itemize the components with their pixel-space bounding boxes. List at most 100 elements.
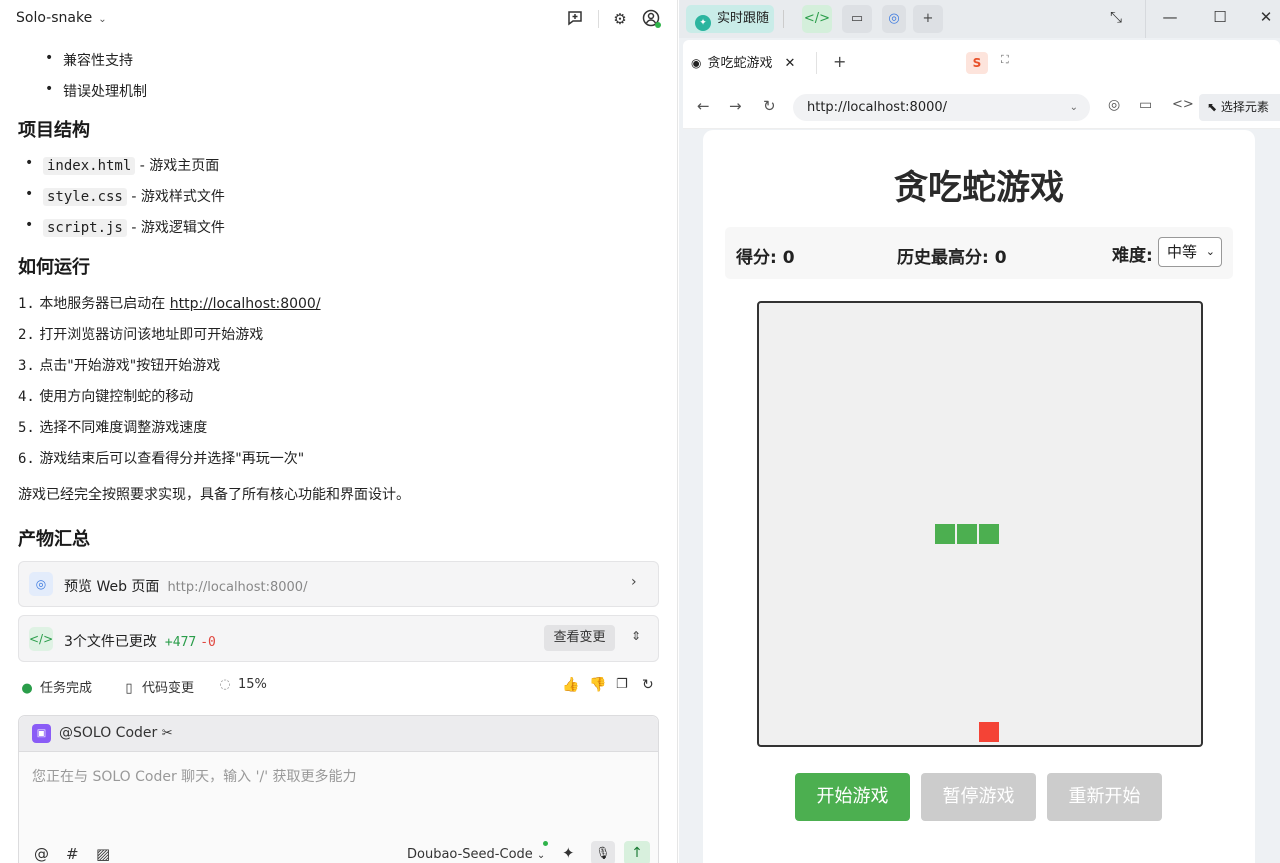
window-divider [1145,0,1146,38]
chevron-right-icon: › [631,574,637,590]
new-tab-icon[interactable]: + [833,52,846,71]
project-name: Solo-snake [16,10,93,26]
high-score-display: 历史最高分: 0 [897,248,1007,268]
live-follow-button[interactable]: ✦ 实时跟随 [686,5,774,33]
task-status: ● 任务完成 [20,677,92,696]
game-title: 贪吃蛇游戏 [894,168,1064,208]
changes-text: 3个文件已更改 +477 -0 [64,631,216,651]
robot-icon: ▣ [32,724,51,743]
list-item: 兼容性支持 [45,50,133,70]
device-icon[interactable]: ▭ [1139,97,1152,113]
copy-icon[interactable]: ❐ [616,677,628,692]
thumbs-down-icon[interactable]: 👎 [589,677,606,693]
header-divider [598,10,599,28]
chevron-down-icon: ⌄ [1205,245,1215,258]
file-desc: - 游戏逻辑文件 [131,220,225,236]
chat-panel: Solo-snake ⌄ ⚙ 兼容性支持 错误处理机制 项目结构 index.ht… [0,0,678,863]
send-button[interactable]: ↑ [624,841,650,863]
add-tool-icon[interactable]: + [913,5,943,33]
model-status-dot [543,841,548,846]
reload-icon[interactable]: ↻ [763,97,776,115]
game-container: 贪吃蛇游戏 得分: 0 历史最高分: 0 难度: 中等 ⌄ 开始游戏 暂停游戏 重… [703,130,1255,863]
select-element-button[interactable]: ⬉ 选择元素 [1199,94,1280,121]
devtools-icon[interactable]: <> [1172,97,1194,112]
check-circle-icon: ● [21,681,33,696]
snake-segment [957,524,977,544]
microphone-icon[interactable]: 🎙 [591,841,615,863]
project-selector[interactable]: Solo-snake ⌄ [16,10,107,26]
task-done-label: 任务完成 [40,681,93,696]
preview-web-card[interactable]: ◎ 预览 Web 页面 http://localhost:8000/ › [18,561,659,607]
step-text: 点击"开始游戏"按钮开始游戏 [39,358,221,374]
pause-game-button[interactable]: 暂停游戏 [921,773,1036,821]
snake-segment [979,524,999,544]
sparkle-icon[interactable]: ✦ [562,844,575,862]
eye-icon: ◉ [691,56,702,70]
select-element-label: 选择元素 [1220,100,1269,114]
thumbs-up-icon[interactable]: 👍 [562,677,579,693]
page-viewport: 贪吃蛇游戏 得分: 0 历史最高分: 0 难度: 中等 ⌄ 开始游戏 暂停游戏 重… [683,130,1280,863]
view-changes-button[interactable]: 查看变更 [544,625,615,651]
code-view-icon[interactable]: </> [802,5,832,33]
follow-label: 实时跟随 [717,11,770,26]
structure-heading: 项目结构 [18,120,90,141]
minimize-icon[interactable]: — [1158,8,1182,26]
chat-composer: ▣ @SOLO Coder ✂ 您正在与 SOLO Coder 聊天，输入 '/… [18,715,659,863]
file-name: index.html [43,157,136,175]
step-number: 2. [18,327,35,343]
score-display: 得分: 0 [736,248,795,268]
game-board[interactable] [757,301,1203,747]
compass-icon[interactable]: ◎ [1108,97,1120,113]
fullscreen-icon[interactable]: ⛶ [1001,53,1009,67]
forward-icon[interactable]: → [729,97,742,115]
close-icon[interactable]: ✕ [1254,8,1278,26]
refresh-icon[interactable]: ↻ [642,677,654,693]
start-game-button[interactable]: 开始游戏 [795,773,910,821]
run-heading: 如何运行 [18,257,90,278]
browser-icon[interactable]: ◎ [882,5,906,33]
close-tab-icon[interactable]: ✕ [785,56,796,71]
collapse-icon[interactable]: ⤡ [1104,8,1128,26]
new-chat-icon[interactable] [565,9,585,29]
terminal-icon[interactable]: ▭ [842,5,872,33]
gear-icon[interactable]: ⚙ [610,9,630,29]
expand-collapse-icon[interactable]: ⇕ [631,629,641,643]
back-icon[interactable]: ← [697,97,710,115]
score-bar: 得分: 0 历史最高分: 0 难度: 中等 ⌄ [725,227,1233,279]
agent-name[interactable]: @SOLO Coder ✂ [59,725,173,741]
cursor-icon: ⬉ [1207,100,1218,114]
difficulty-select[interactable]: 中等 ⌄ [1158,237,1222,267]
maximize-icon[interactable]: ☐ [1208,8,1232,26]
list-item: style.css - 游戏样式文件 [25,186,225,206]
restart-game-button[interactable]: 重新开始 [1047,773,1162,821]
localhost-link[interactable]: http://localhost:8000/ [170,296,321,312]
model-selector[interactable]: Doubao-Seed-Code ⌄ [407,847,545,862]
tab-snake-game[interactable]: ◉ 贪吃蛇游戏 ✕ [691,50,795,76]
file-changes-card[interactable]: </> 3个文件已更改 +477 -0 查看变更 ⇕ [18,615,659,662]
chat-input[interactable]: 您正在与 SOLO Coder 聊天，输入 '/' 获取更多能力 [32,766,632,786]
list-item: script.js - 游戏逻辑文件 [25,217,225,237]
ordered-item: 6. 游戏结束后可以查看得分并选择"再玩一次" [18,448,304,468]
chevron-down-icon: ⌄ [1069,102,1078,113]
ordered-item: 2. 打开浏览器访问该地址即可开始游戏 [18,324,263,344]
code-change-label: 代码变更 [142,681,195,696]
step-text: 使用方向键控制蛇的移动 [39,389,194,405]
code-change-link[interactable]: ▯ 代码变更 [122,677,194,696]
hash-icon[interactable]: # [66,845,79,863]
step-text: 选择不同难度调整游戏速度 [39,420,208,436]
ordered-item: 3. 点击"开始游戏"按钮开始游戏 [18,355,220,375]
difficulty-value: 中等 [1167,243,1198,261]
chevron-down-icon: ⌄ [98,14,107,25]
file-desc: - 游戏主页面 [139,158,220,174]
model-name: Doubao-Seed-Code [407,847,533,862]
at-mention-icon[interactable]: @ [34,845,49,863]
panel-toolbar: ✦ 实时跟随 </> ▭ ◎ + ⤡ — ☐ ✕ [679,0,1280,38]
tab-title: 贪吃蛇游戏 [707,56,773,71]
sogou-extension-icon[interactable]: S [966,52,988,74]
step-text: 游戏结束后可以查看得分并选择"再玩一次" [39,451,305,467]
preview-card-text: 预览 Web 页面 http://localhost:8000/ [64,576,307,596]
changes-label: 3个文件已更改 [64,634,157,650]
step-number: 1. [18,296,35,312]
address-bar[interactable]: http://localhost:8000/ ⌄ [793,94,1090,121]
image-icon[interactable]: ▨ [96,845,110,863]
